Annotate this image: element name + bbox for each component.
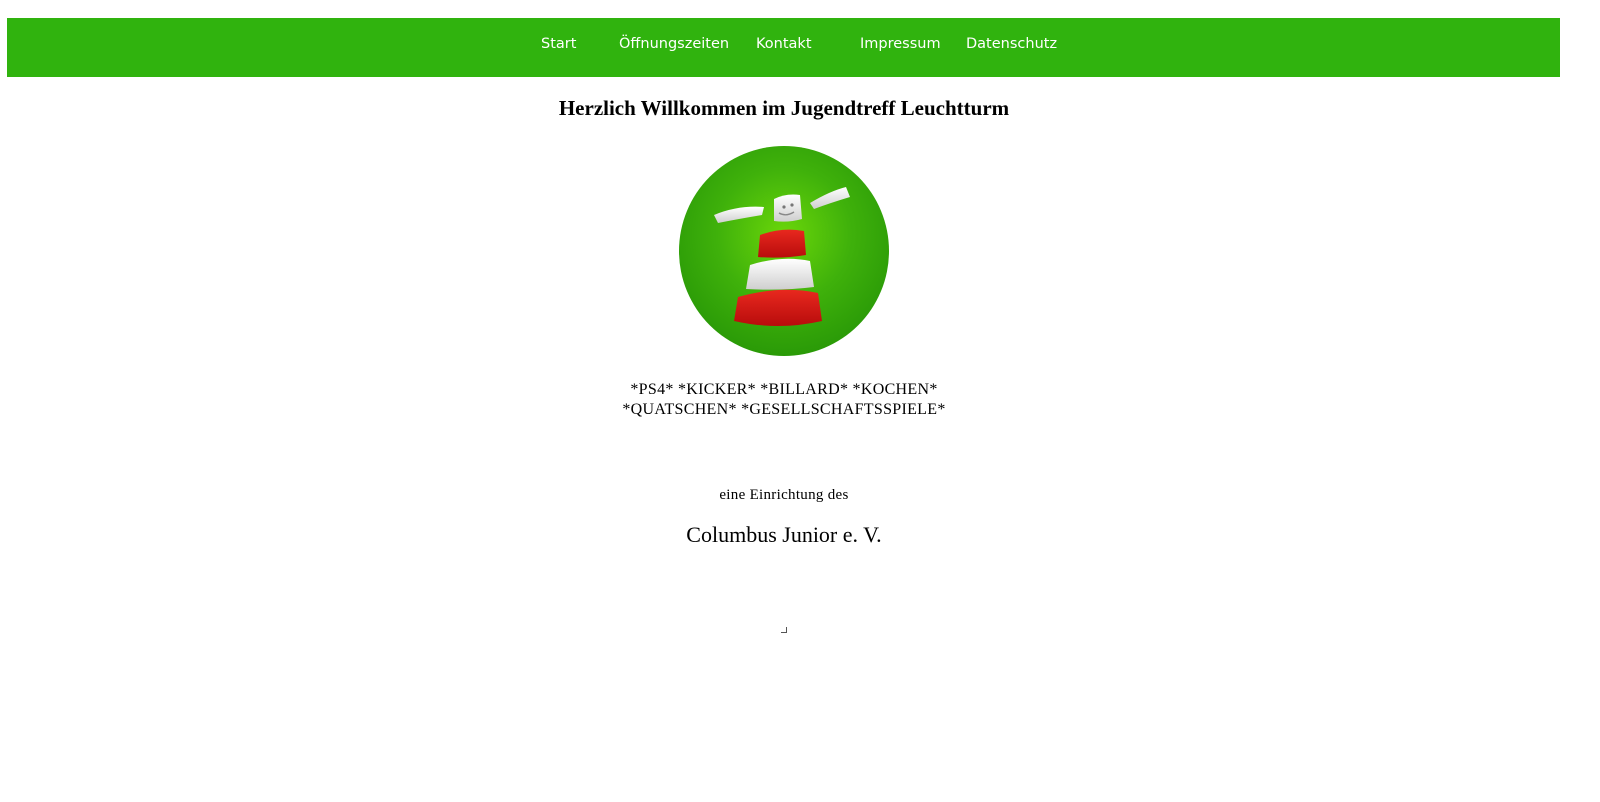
nav-link-kontakt[interactable]: Kontakt: [756, 18, 812, 77]
nav-link-start[interactable]: Start: [541, 18, 576, 77]
operator-intro: eine Einrichtung des: [719, 487, 849, 503]
nav-link-oeffnungszeiten[interactable]: Öffnungszeiten: [619, 18, 729, 77]
page-title: Herzlich Willkommen im Jugendtreff Leuch…: [558, 96, 1010, 120]
activities-line-2: *QUATSCHEN* *GESELLSCHAFTSSPIELE*: [622, 401, 946, 418]
lighthouse-logo-icon: [678, 145, 890, 357]
operator-name: Columbus Junior e. V.: [686, 522, 882, 547]
broken-image-marker: [781, 627, 787, 633]
activities-line-1: *PS4* *KICKER* *BILLARD* *KOCHEN*: [630, 381, 938, 398]
nav-link-impressum[interactable]: Impressum: [860, 18, 941, 77]
main-navigation: Start Öffnungszeiten Kontakt Impressum D…: [7, 18, 1560, 77]
nav-link-datenschutz[interactable]: Datenschutz: [966, 18, 1057, 77]
activities-list: *PS4* *KICKER* *BILLARD* *KOCHEN* *QUATS…: [0, 380, 1568, 420]
